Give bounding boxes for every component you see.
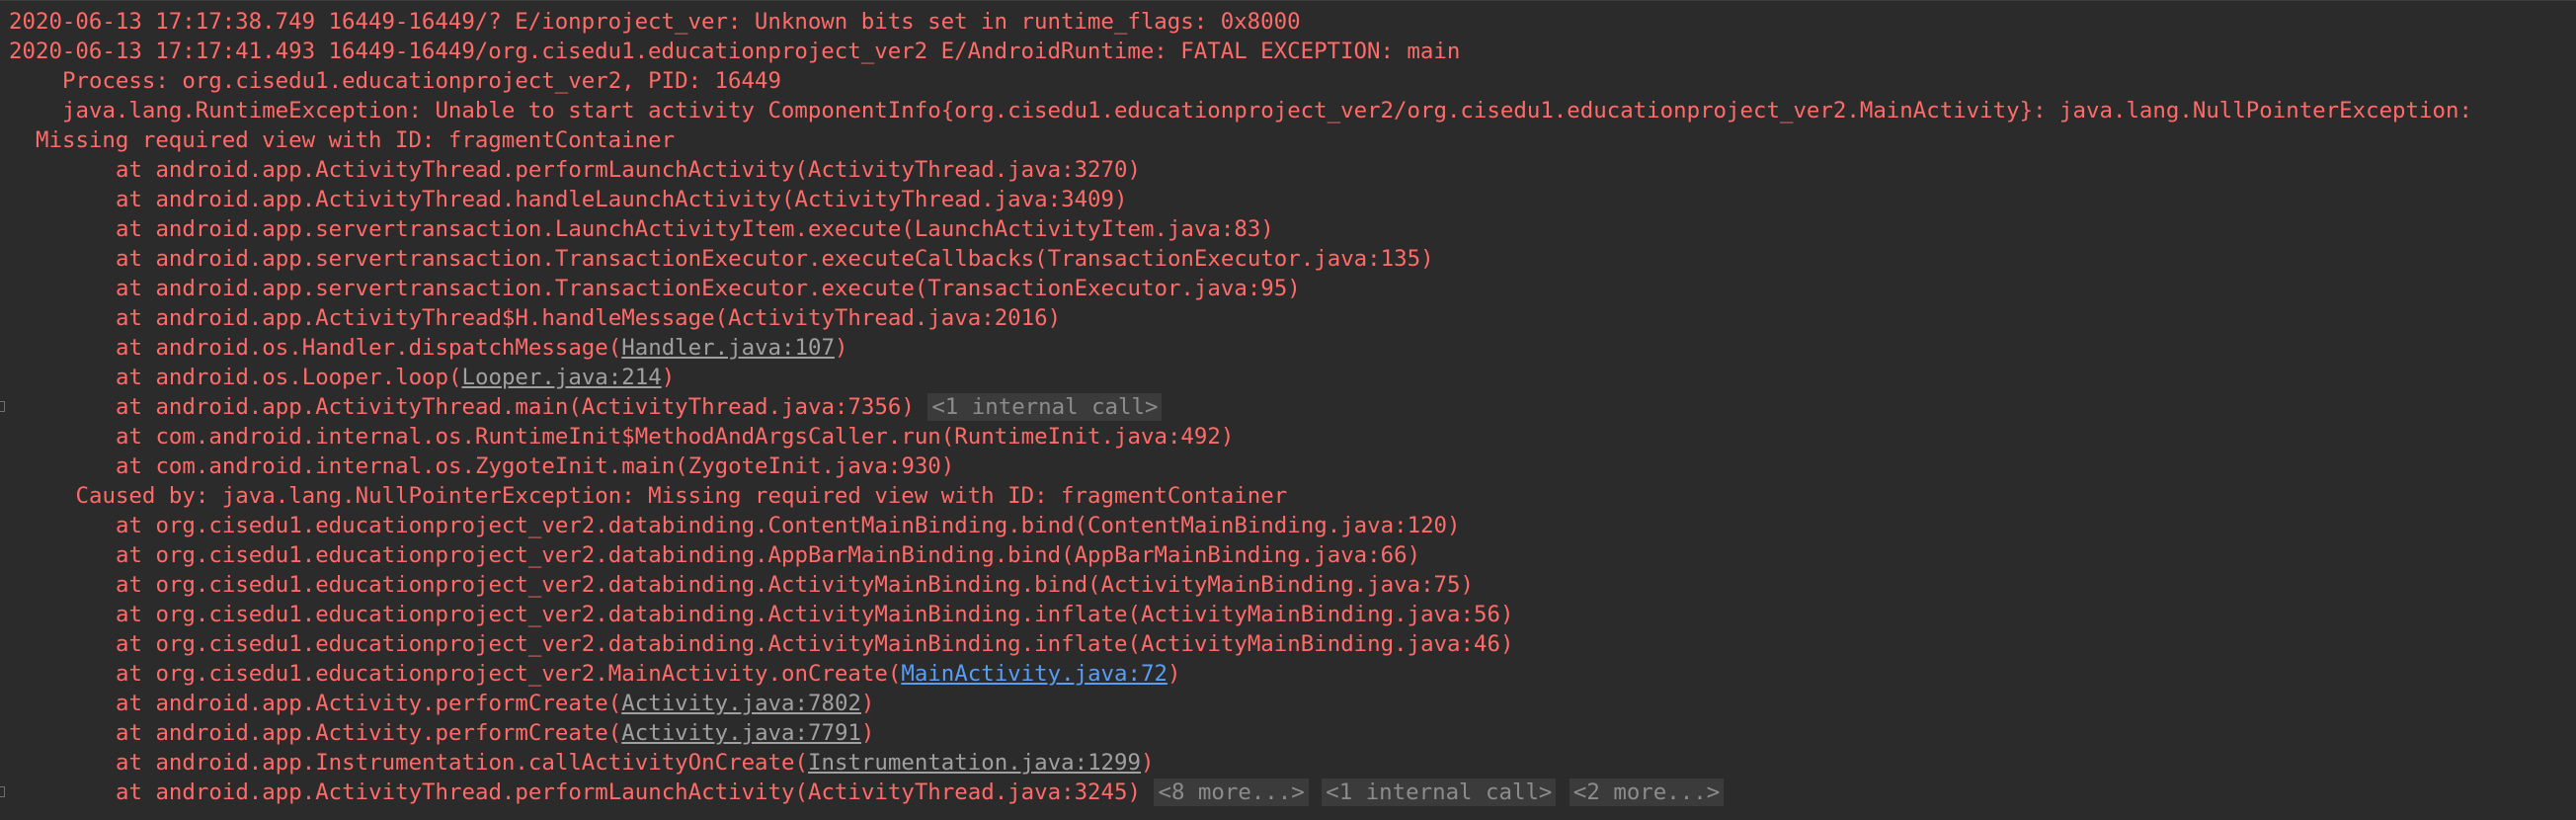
log-line: Process: org.cisedu1.educationproject_ve… <box>0 66 2576 96</box>
source-link[interactable]: Activity.java:7791 <box>621 720 861 746</box>
log-text: at android.app.Activity.performCreate( <box>116 720 622 746</box>
log-line: at android.app.ActivityThread.performLau… <box>0 155 2576 185</box>
log-line: at android.app.ActivityThread$H.handleMe… <box>0 303 2576 333</box>
source-link[interactable]: Looper.java:214 <box>462 365 662 390</box>
log-line: at android.os.Handler.dispatchMessage(Ha… <box>0 333 2576 363</box>
log-text: ) <box>1167 661 1181 687</box>
log-text: at android.app.servertransaction.Transac… <box>116 246 1434 272</box>
source-link[interactable]: Handler.java:107 <box>621 335 835 361</box>
log-text: at org.cisedu1.educationproject_ver2.dat… <box>116 513 1461 538</box>
source-link[interactable]: MainActivity.java:72 <box>901 661 1167 687</box>
log-line: at com.android.internal.os.ZygoteInit.ma… <box>0 451 2576 481</box>
log-text: at org.cisedu1.educationproject_ver2.Mai… <box>116 661 902 687</box>
log-text: at com.android.internal.os.ZygoteInit.ma… <box>116 453 955 479</box>
log-line: at org.cisedu1.educationproject_ver2.dat… <box>0 511 2576 540</box>
log-text: at com.android.internal.os.RuntimeInit$M… <box>116 424 1235 450</box>
log-line: at org.cisedu1.educationproject_ver2.dat… <box>0 600 2576 629</box>
log-text: at android.os.Looper.loop( <box>116 365 462 390</box>
log-text: at android.app.ActivityThread.handleLaun… <box>116 187 1128 212</box>
log-text: at org.cisedu1.educationproject_ver2.dat… <box>116 572 1474 598</box>
log-line: at org.cisedu1.educationproject_ver2.dat… <box>0 540 2576 570</box>
folded-frames-toggle[interactable]: <2 more...> <box>1569 779 1725 806</box>
log-line: at android.app.ActivityThread.main(Activ… <box>0 392 2576 422</box>
log-line: at android.app.servertransaction.LaunchA… <box>0 214 2576 244</box>
log-text: at android.app.ActivityThread.performLau… <box>116 157 1141 183</box>
log-text: at android.app.servertransaction.Transac… <box>116 276 1301 301</box>
log-line: at android.app.ActivityThread.performLau… <box>0 778 2576 807</box>
log-text: ) <box>834 335 848 361</box>
log-text: java.lang.RuntimeException: Unable to st… <box>62 98 2472 123</box>
log-line: at android.app.Instrumentation.callActiv… <box>0 748 2576 778</box>
log-text: at android.os.Handler.dispatchMessage( <box>116 335 622 361</box>
log-line: Caused by: java.lang.NullPointerExceptio… <box>0 481 2576 511</box>
log-line: 2020-06-13 17:17:38.749 16449-16449/? E/… <box>0 7 2576 37</box>
log-text: ) <box>1141 750 1155 776</box>
log-line: at org.cisedu1.educationproject_ver2.dat… <box>0 629 2576 659</box>
log-text: at android.app.ActivityThread$H.handleMe… <box>116 305 1062 331</box>
log-text: at android.app.Activity.performCreate( <box>116 691 622 716</box>
source-link[interactable]: Activity.java:7802 <box>621 691 861 716</box>
log-text: at android.app.ActivityThread.main(Activ… <box>116 394 928 420</box>
log-text: ) <box>661 365 676 390</box>
log-text: Caused by: java.lang.NullPointerExceptio… <box>75 483 1288 509</box>
log-line: at android.app.servertransaction.Transac… <box>0 244 2576 274</box>
log-line: at android.app.ActivityThread.handleLaun… <box>0 185 2576 214</box>
folded-frames-toggle[interactable]: <8 more...> <box>1154 779 1309 806</box>
log-line: 2020-06-13 17:17:41.493 16449-16449/org.… <box>0 37 2576 66</box>
log-line: at android.os.Looper.loop(Looper.java:21… <box>0 363 2576 392</box>
log-line: at android.app.Activity.performCreate(Ac… <box>0 718 2576 748</box>
log-text: ) <box>860 720 875 746</box>
log-text: at org.cisedu1.educationproject_ver2.dat… <box>116 542 1421 568</box>
folded-frames-toggle[interactable]: <1 internal call> <box>1322 779 1557 806</box>
fold-gutter-icon[interactable] <box>0 401 5 412</box>
log-text: at org.cisedu1.educationproject_ver2.dat… <box>116 631 1514 657</box>
logcat-console[interactable]: 2020-06-13 17:17:38.749 16449-16449/? E/… <box>0 0 2576 820</box>
log-line: at org.cisedu1.educationproject_ver2.Mai… <box>0 659 2576 689</box>
log-text: at android.app.Instrumentation.callActiv… <box>116 750 808 776</box>
log-line: at android.app.Activity.performCreate(Ac… <box>0 689 2576 718</box>
log-text: Missing required view with ID: fragmentC… <box>36 127 676 153</box>
log-text: 2020-06-13 17:17:41.493 16449-16449/org.… <box>9 39 1461 64</box>
log-line: at com.android.internal.os.RuntimeInit$M… <box>0 422 2576 451</box>
log-line: at org.cisedu1.educationproject_ver2.dat… <box>0 570 2576 600</box>
log-text: Process: org.cisedu1.educationproject_ve… <box>62 68 781 94</box>
fold-gutter-icon[interactable] <box>0 786 5 797</box>
log-line: Missing required view with ID: fragmentC… <box>0 125 2576 155</box>
log-line: java.lang.RuntimeException: Unable to st… <box>0 96 2576 125</box>
source-link[interactable]: Instrumentation.java:1299 <box>808 750 1141 776</box>
log-text: at android.app.ActivityThread.performLau… <box>116 779 1155 805</box>
log-text: ) <box>860 691 875 716</box>
log-text: at android.app.servertransaction.LaunchA… <box>116 216 1274 242</box>
log-text: 2020-06-13 17:17:38.749 16449-16449/? E/… <box>9 9 1301 35</box>
log-line: at android.app.servertransaction.Transac… <box>0 274 2576 303</box>
folded-frames-toggle[interactable]: <1 internal call> <box>927 393 1163 421</box>
log-text: at org.cisedu1.educationproject_ver2.dat… <box>116 602 1514 627</box>
